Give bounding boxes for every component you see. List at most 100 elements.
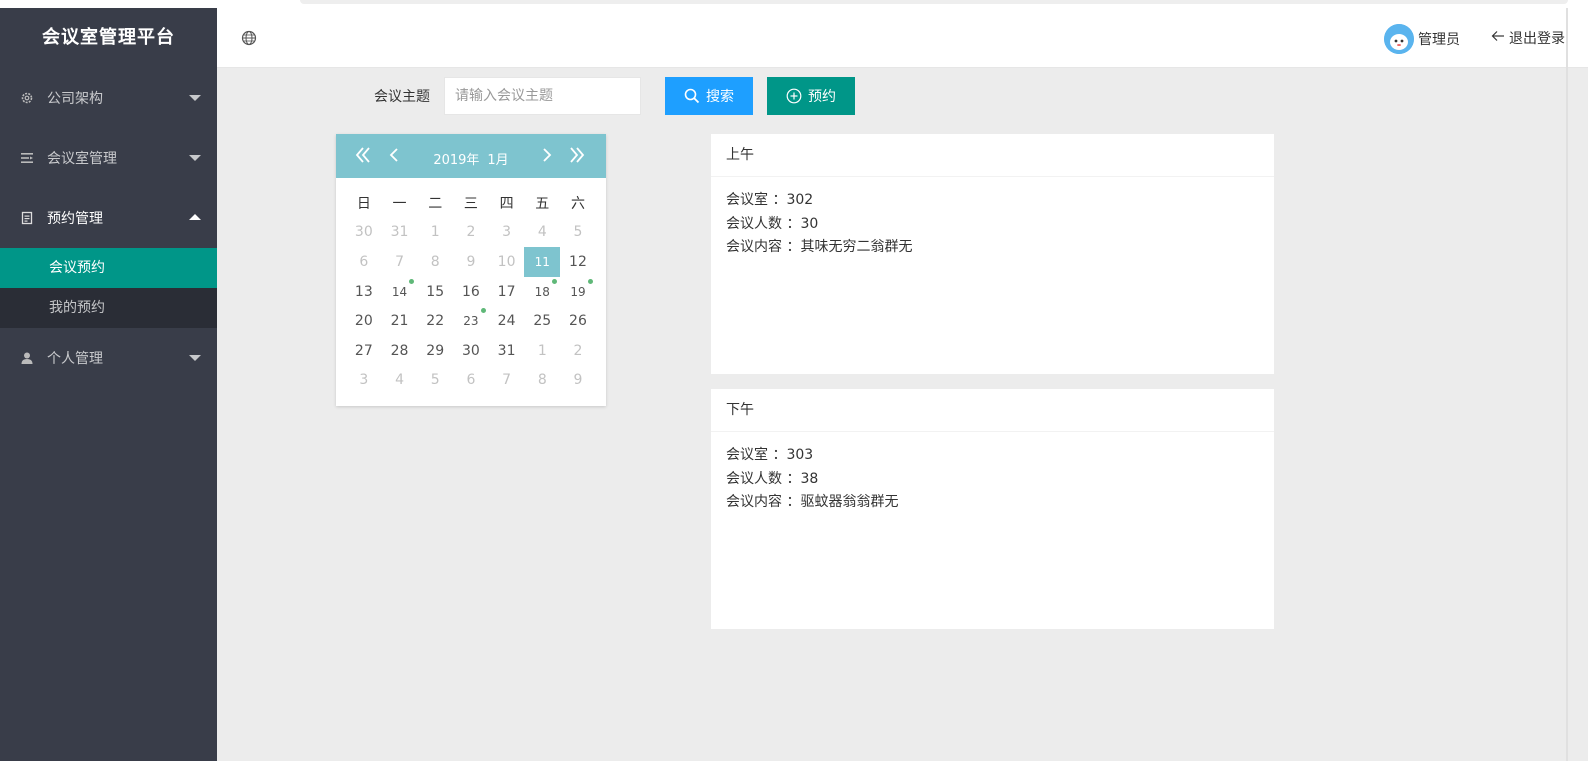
logout-button[interactable]: 退出登录 xyxy=(1491,28,1565,48)
calendar-day[interactable]: 8 xyxy=(417,247,453,277)
calendar-day[interactable]: 16 xyxy=(453,277,489,307)
calendar-day-number: 4 xyxy=(395,372,404,389)
globe-icon[interactable] xyxy=(241,30,257,46)
calendar-week-row: 6 7 8 9 10 11 12 xyxy=(346,247,596,277)
chevron-up-icon xyxy=(189,214,201,220)
calendar-day[interactable]: 30 xyxy=(346,218,382,248)
calendar-day-number: 15 xyxy=(426,283,445,300)
calendar-day[interactable]: 26 xyxy=(560,306,596,336)
chevron-down-icon xyxy=(189,355,201,361)
calendar-day[interactable]: 3 xyxy=(489,218,525,248)
sidebar-item-label: 预约管理 xyxy=(47,211,103,227)
calendar-day[interactable]: 2 xyxy=(560,336,596,366)
calendar-week-row: 13 14 15 16 17 18 19 xyxy=(346,277,596,307)
calendar-day[interactable]: 6 xyxy=(346,247,382,277)
gear-icon xyxy=(20,91,34,105)
calendar-day[interactable]: 6 xyxy=(453,366,489,396)
calendar-day-number: 27 xyxy=(354,342,373,359)
calendar-day[interactable]: 12 xyxy=(560,247,596,277)
calendar-day[interactable]: 25 xyxy=(524,306,560,336)
calendar-title[interactable]: 2019年 1月 xyxy=(336,149,606,168)
sidebar-item-rooms[interactable]: 会议室管理 xyxy=(0,128,217,188)
calendar-day[interactable]: 23 xyxy=(453,306,489,336)
next-year-icon[interactable] xyxy=(568,146,586,167)
calendar-day[interactable]: 18 xyxy=(524,277,560,307)
content-label: 会议内容 ： xyxy=(726,494,801,510)
sidebar-item-label: 个人管理 xyxy=(47,351,103,367)
calendar-day[interactable]: 19 xyxy=(560,277,596,307)
card-title: 上午 xyxy=(711,134,1274,177)
calendar-day-number: 25 xyxy=(533,313,552,330)
calendar-day[interactable]: 7 xyxy=(489,366,525,396)
page-scrollbar[interactable] xyxy=(1566,8,1568,761)
calendar-day-number: 6 xyxy=(466,372,476,389)
calendar-day-selected[interactable]: 11 xyxy=(524,247,561,277)
calendar-day[interactable]: 3 xyxy=(346,366,382,396)
book-button-label: 预约 xyxy=(808,89,836,105)
calendar-day-number: 5 xyxy=(573,224,583,241)
calendar-day[interactable]: 30 xyxy=(453,336,489,366)
calendar-day[interactable]: 29 xyxy=(417,336,453,366)
calendar-day[interactable]: 13 xyxy=(346,277,382,307)
next-month-icon[interactable] xyxy=(541,146,553,167)
sidebar-item-booking[interactable]: 预约管理 xyxy=(0,188,217,248)
calendar-day[interactable]: 14 xyxy=(382,277,418,307)
people-value: 30 xyxy=(800,215,819,232)
calendar-day-number: 31 xyxy=(497,342,516,359)
clipboard-icon xyxy=(20,211,34,225)
sidebar-subitem-meeting-booking[interactable]: 会议预约 xyxy=(0,248,217,288)
room-value: 303 xyxy=(786,447,814,463)
calendar-day-number: 9 xyxy=(573,372,583,389)
user-menu[interactable]: 管理员 xyxy=(1384,24,1460,54)
sidebar: 会议室管理平台 公司架构 会议室管理 预约管理 会议预约 我的预约 个人管理 xyxy=(0,8,217,761)
calendar-day[interactable]: 17 xyxy=(489,277,525,307)
calendar-day[interactable]: 27 xyxy=(346,336,382,366)
calendar-day[interactable]: 9 xyxy=(560,366,596,396)
meeting-content-line: 会议内容 ：其味无穷二翁群无 xyxy=(726,236,1259,260)
calendar-day[interactable]: 20 xyxy=(346,306,382,336)
room-label: 会议室 ： xyxy=(726,447,787,463)
calendar-day[interactable]: 8 xyxy=(524,366,560,396)
calendar-day[interactable]: 24 xyxy=(489,306,525,336)
calendar-day[interactable]: 28 xyxy=(382,336,418,366)
book-button[interactable]: 预约 xyxy=(767,77,855,115)
calendar-day-number: 31 xyxy=(390,224,409,241)
content-label: 会议内容 ： xyxy=(726,239,801,255)
calendar-day[interactable]: 7 xyxy=(382,247,418,277)
calendar-day[interactable]: 1 xyxy=(524,336,560,366)
search-topic-input[interactable] xyxy=(444,77,641,115)
calendar-day-number: 13 xyxy=(354,283,373,300)
calendar-day[interactable]: 5 xyxy=(417,366,453,396)
sidebar-item-personal[interactable]: 个人管理 xyxy=(0,328,217,388)
calendar-day[interactable]: 15 xyxy=(417,277,453,307)
calendar-day-number: 7 xyxy=(502,372,512,389)
search-button[interactable]: 搜索 xyxy=(665,77,753,115)
calendar-day[interactable]: 5 xyxy=(560,218,596,248)
booking-marker-dot xyxy=(552,278,558,284)
calendar-day[interactable]: 31 xyxy=(382,218,418,248)
calendar-day-number: 1 xyxy=(430,224,440,241)
calendar-day-number: 24 xyxy=(497,313,516,330)
calendar-month[interactable]: 1月 xyxy=(487,153,508,168)
calendar-day[interactable]: 21 xyxy=(382,306,418,336)
sidebar-subitem-my-bookings[interactable]: 我的预约 xyxy=(0,288,217,328)
calendar-day[interactable]: 10 xyxy=(489,247,525,277)
chevron-down-icon xyxy=(189,155,201,161)
calendar-year[interactable]: 2019年 xyxy=(433,153,479,168)
app-logo-title: 会议室管理平台 xyxy=(42,27,175,48)
calendar-day[interactable]: 31 xyxy=(489,336,525,366)
calendar-day[interactable]: 2 xyxy=(453,218,489,248)
calendar-day[interactable]: 1 xyxy=(417,218,453,248)
calendar-weekday: 一 xyxy=(392,195,407,212)
people-label: 会议人数 ： xyxy=(726,215,801,232)
calendar-weekday: 二 xyxy=(428,195,443,212)
sidebar-item-company[interactable]: 公司架构 xyxy=(0,68,217,128)
booking-marker-dot xyxy=(480,308,486,314)
calendar-day[interactable]: 9 xyxy=(453,247,489,277)
calendar-day[interactable]: 4 xyxy=(382,366,418,396)
calendar-weekday: 五 xyxy=(535,195,550,212)
calendar-day[interactable]: 22 xyxy=(417,306,453,336)
meeting-content-line: 会议内容 ：驱蚊器翁翁群无 xyxy=(726,491,1259,515)
sidebar-item-label: 会议室管理 xyxy=(47,151,117,167)
calendar-day[interactable]: 4 xyxy=(524,218,560,248)
